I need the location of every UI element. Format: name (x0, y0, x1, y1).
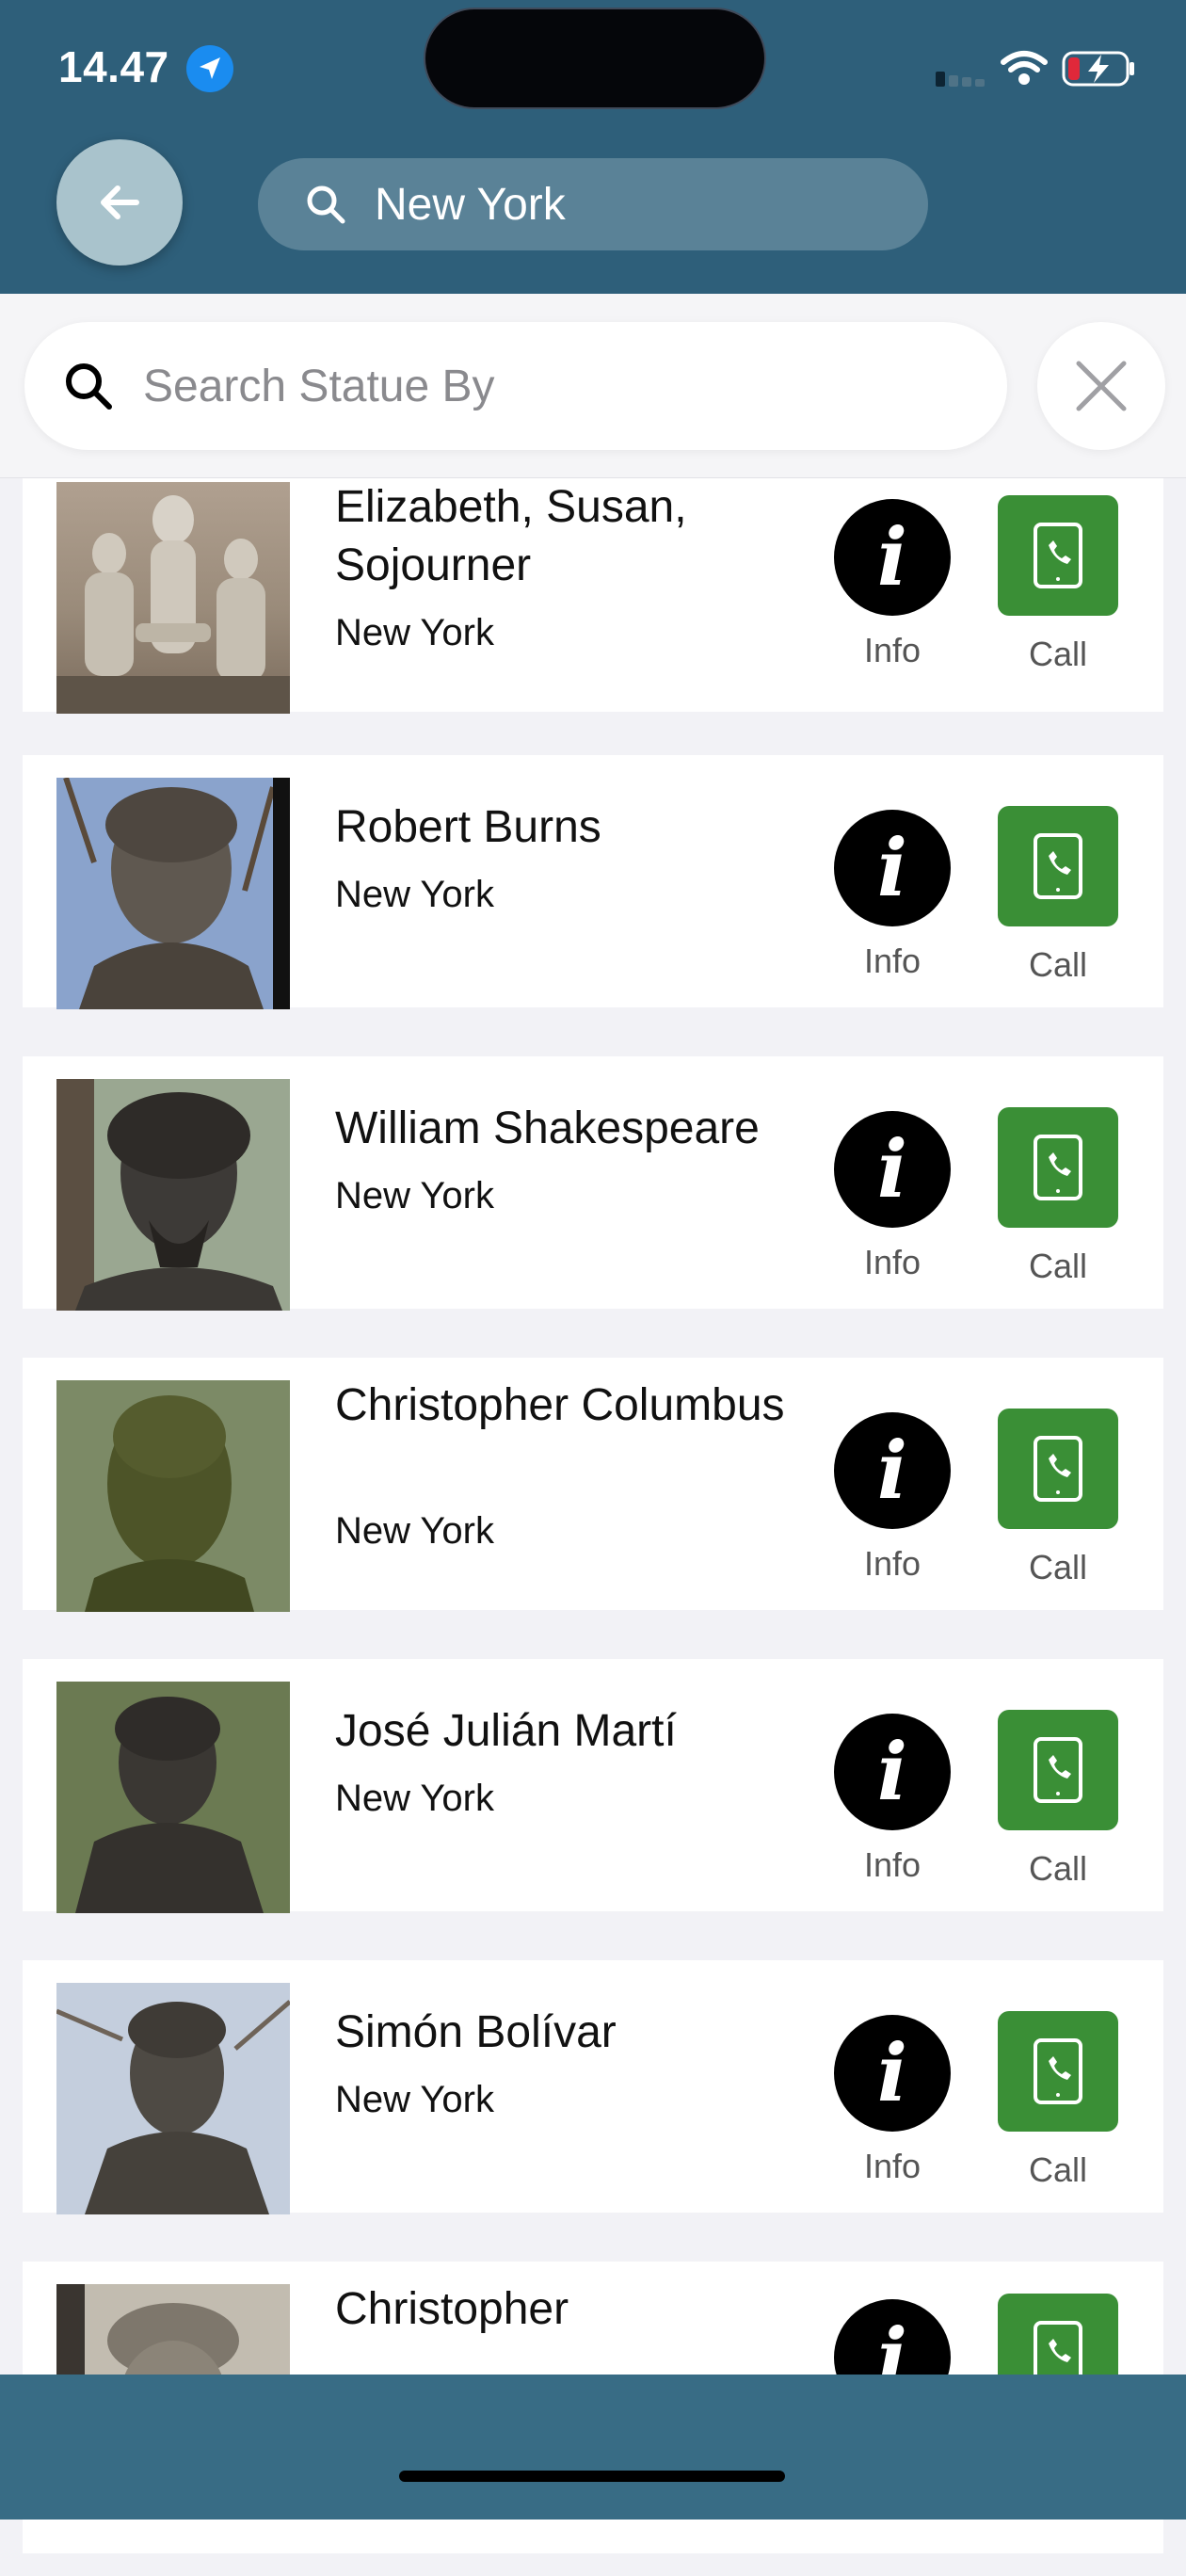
call-label: Call (1028, 635, 1087, 673)
list-item-edge (23, 2520, 1163, 2553)
call-button[interactable] (998, 1409, 1118, 1529)
info-button[interactable]: i (834, 810, 951, 926)
call-button[interactable] (998, 2294, 1118, 2375)
list-item[interactable]: Robert Burns New York i Info Call (23, 755, 1163, 1009)
bottom-bar (0, 2375, 1186, 2520)
statue-name: Elizabeth, Susan, Sojourner (335, 482, 687, 590)
search-placeholder: Search Statue By (143, 361, 495, 411)
statue-name: William Shakespeare (335, 1103, 760, 1153)
info-label: Info (863, 942, 922, 980)
call-label: Call (1028, 945, 1087, 984)
location-query-text: New York (375, 179, 566, 230)
phone-icon (1034, 1135, 1082, 1200)
call-label: Call (1028, 1849, 1087, 1888)
statue-city: New York (335, 1778, 494, 1819)
list-item[interactable]: Christopher Columbus New York i Info Cal… (23, 1358, 1163, 1612)
statue-search-input[interactable]: Search Statue By (24, 322, 1007, 450)
info-button[interactable]: i (834, 1412, 951, 1529)
info-icon: i (877, 1122, 907, 1216)
statue-thumbnail (56, 2284, 290, 2375)
statue-name: José Julián Martí (335, 1706, 677, 1756)
info-label: Info (863, 631, 922, 669)
close-icon (1076, 361, 1127, 411)
phone-icon (1034, 1737, 1082, 1803)
statue-city: New York (335, 2079, 494, 2120)
statue-city: New York (335, 1175, 494, 1216)
statue-thumbnail (56, 1682, 290, 1913)
arrow-left-icon (101, 185, 139, 219)
info-button[interactable]: i (834, 1714, 951, 1830)
search-icon (307, 185, 345, 224)
phone-icon (1034, 2321, 1082, 2375)
info-button[interactable]: i (834, 1111, 951, 1228)
statue-name: Christopher Columbus (335, 1380, 785, 1430)
info-button[interactable]: i (834, 499, 951, 616)
info-button[interactable]: i (834, 2299, 951, 2375)
call-label: Call (1028, 1548, 1087, 1586)
statue-list: Elizabeth, Susan, Sojourner New York i I… (0, 478, 1186, 2375)
location-search-pill[interactable]: New York (258, 158, 928, 250)
info-icon: i (877, 510, 907, 604)
statue-thumbnail (56, 482, 290, 714)
statue-city: New York (335, 1510, 494, 1552)
info-icon: i (877, 2026, 907, 2119)
info-icon: i (877, 2310, 907, 2375)
info-label: Info (863, 1544, 922, 1583)
statue-city: New York (335, 874, 494, 915)
back-button[interactable] (56, 139, 183, 266)
statue-name: Robert Burns (335, 802, 601, 852)
call-button[interactable] (998, 806, 1118, 926)
list-item[interactable]: Elizabeth, Susan, Sojourner New York i I… (23, 478, 1163, 714)
cellular-signal-icon (936, 72, 985, 87)
bottom-strip (0, 2520, 1186, 2576)
call-label: Call (1028, 2150, 1087, 2189)
info-label: Info (863, 1845, 922, 1884)
info-label: Info (863, 1243, 922, 1281)
phone-icon (1034, 833, 1082, 899)
dynamic-island (425, 9, 764, 107)
statue-city: New York (335, 612, 494, 653)
call-button[interactable] (998, 1107, 1118, 1228)
search-icon (66, 363, 112, 410)
home-indicator[interactable] (399, 2471, 785, 2482)
status-time: 14.47 (58, 42, 169, 91)
list-item[interactable]: José Julián Martí New York i Info Call (23, 1659, 1163, 1913)
phone-icon (1034, 1436, 1082, 1502)
wifi-icon (1001, 51, 1048, 85)
location-arrow-icon (186, 45, 233, 92)
list-item[interactable]: Christopher i (23, 2262, 1163, 2375)
info-icon: i (877, 1424, 907, 1517)
clear-search-button[interactable] (1037, 322, 1165, 450)
call-label: Call (1028, 1247, 1087, 1285)
info-icon: i (877, 821, 907, 914)
app-header: 14.47 New York (0, 0, 1186, 294)
call-button[interactable] (998, 495, 1118, 616)
list-item[interactable]: William Shakespeare New York i Info Call (23, 1056, 1163, 1311)
call-button[interactable] (998, 1710, 1118, 1830)
statue-name: Christopher (335, 2284, 569, 2334)
info-label: Info (863, 2147, 922, 2185)
statue-thumbnail (56, 1079, 290, 1311)
phone-icon (1034, 2038, 1082, 2104)
statue-name: Simón Bolívar (335, 2007, 617, 2057)
call-button[interactable] (998, 2011, 1118, 2132)
statue-thumbnail (56, 778, 290, 1009)
list-item[interactable]: Simón Bolívar New York i Info Call (23, 1960, 1163, 2214)
info-button[interactable]: i (834, 2015, 951, 2132)
statue-thumbnail (56, 1983, 290, 2214)
phone-icon (1034, 523, 1082, 588)
battery-charging-icon (1062, 51, 1134, 87)
search-row: Search Statue By (0, 294, 1186, 478)
statue-thumbnail (56, 1380, 290, 1612)
info-icon: i (877, 1725, 907, 1818)
